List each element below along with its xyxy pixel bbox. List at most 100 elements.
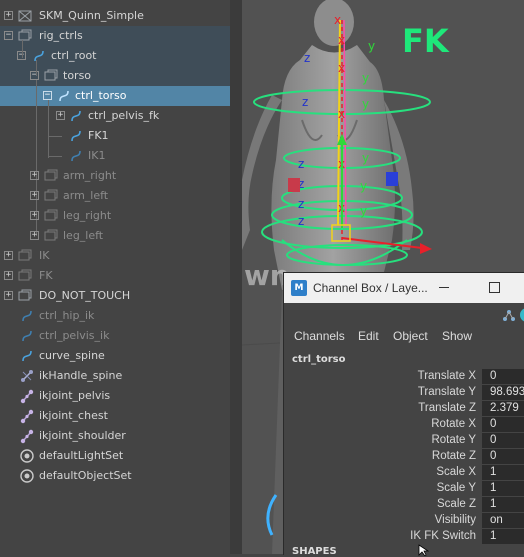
attr-value-field[interactable]: 1	[482, 529, 524, 544]
svg-text:x: x	[338, 61, 345, 75]
group-icon	[17, 248, 33, 264]
attr-row-rotate-x[interactable]: Rotate X 0	[284, 417, 524, 433]
attr-row-rotate-y[interactable]: Rotate Y 0	[284, 433, 524, 449]
fk-overlay-label: FK	[402, 22, 450, 60]
svg-text:y: y	[362, 71, 369, 85]
group-icon	[43, 228, 59, 244]
outliner-item-do-not-touch[interactable]: + DO_NOT_TOUCH	[0, 286, 230, 306]
outliner-item-label: defaultObjectSet	[39, 469, 132, 482]
outliner-item-leg-left[interactable]: + leg_left	[0, 226, 230, 246]
expand-icon[interactable]: +	[30, 171, 39, 180]
menu-show[interactable]: Show	[442, 329, 472, 343]
expand-icon[interactable]: +	[4, 11, 13, 20]
attr-value-field[interactable]: 0	[482, 433, 524, 448]
svg-text:y: y	[368, 39, 375, 53]
expand-icon[interactable]: +	[30, 211, 39, 220]
outliner-item-fk1[interactable]: FK1	[0, 126, 230, 146]
collapse-icon[interactable]: −	[4, 31, 13, 40]
outliner-item-ikjoint-shoulder[interactable]: ikjoint_shoulder	[0, 426, 230, 446]
outliner-item-label: IK1	[88, 149, 106, 162]
channel-box-window: M Channel Box / Laye... Channels Edit Ob…	[283, 272, 524, 557]
outliner-item-ctrl-root[interactable]: − ctrl_root	[0, 46, 230, 66]
outliner-item-default-light-set[interactable]: defaultLightSet	[0, 446, 230, 466]
attr-row-ik-fk-switch[interactable]: IK FK Switch 1	[284, 529, 524, 545]
attr-value-field[interactable]: 0	[482, 417, 524, 432]
outliner-item-ikhandle-spine[interactable]: ikHandle_spine	[0, 366, 230, 386]
outliner-item-ik1[interactable]: IK1	[0, 146, 230, 166]
collapse-icon[interactable]: −	[30, 71, 39, 80]
channel-box-toggle-icon[interactable]	[520, 308, 524, 322]
menu-channels[interactable]: Channels	[294, 329, 345, 343]
outliner-item-label: ctrl_root	[51, 49, 97, 62]
outliner-item-label: ikHandle_spine	[39, 369, 123, 382]
attr-value-field[interactable]: 98.693	[482, 385, 524, 400]
menu-edit[interactable]: Edit	[358, 329, 379, 343]
mouse-cursor-icon	[418, 544, 430, 556]
attr-value-field[interactable]: 1	[482, 481, 524, 496]
attr-value-field[interactable]: 2.379	[482, 401, 524, 416]
outliner-item-ikjoint-chest[interactable]: ikjoint_chest	[0, 406, 230, 426]
outliner-item-ikjoint-pelvis[interactable]: ikjoint_pelvis	[0, 386, 230, 406]
expand-icon[interactable]: +	[4, 291, 13, 300]
maximize-button[interactable]	[489, 282, 500, 293]
outliner-item-arm-right[interactable]: + arm_right	[0, 166, 230, 186]
outliner-item-label: FK	[39, 269, 53, 282]
attr-name: Translate Y	[417, 386, 476, 398]
outliner-item-curve-spine[interactable]: curve_spine	[0, 346, 230, 366]
attr-value-field[interactable]: 0	[482, 369, 524, 384]
expand-icon[interactable]: +	[56, 111, 65, 120]
attr-row-translate-x[interactable]: Translate X 0	[284, 369, 524, 385]
outliner-item-ctrl-pelvis-ik[interactable]: ctrl_pelvis_ik	[0, 326, 230, 346]
expand-icon[interactable]: +	[4, 271, 13, 280]
ik-handle-icon	[19, 368, 35, 384]
outliner-item-ctrl-torso[interactable]: − ctrl_torso	[0, 86, 230, 106]
curve-icon	[68, 108, 84, 124]
outliner-item-leg-right[interactable]: + leg_right	[0, 206, 230, 226]
attr-row-visibility[interactable]: Visibility on	[284, 513, 524, 529]
outliner-item-torso[interactable]: − torso	[0, 66, 230, 86]
expand-icon[interactable]: +	[4, 251, 13, 260]
attr-value-field[interactable]: 1	[482, 465, 524, 480]
attr-row-scale-y[interactable]: Scale Y 1	[284, 481, 524, 497]
expand-icon[interactable]: +	[30, 191, 39, 200]
outliner-item-ik[interactable]: + IK	[0, 246, 230, 266]
maya-app-icon: M	[291, 280, 307, 296]
menu-object[interactable]: Object	[393, 329, 428, 343]
outliner-item-arm-left[interactable]: + arm_left	[0, 186, 230, 206]
group-icon	[17, 28, 33, 44]
shapes-section-header[interactable]: SHAPES	[292, 546, 337, 557]
attr-name: Rotate Y	[431, 434, 476, 446]
attr-value-field[interactable]: on	[482, 513, 524, 528]
group-icon	[17, 268, 33, 284]
outliner-item-label: ctrl_torso	[75, 89, 127, 102]
svg-text:x: x	[338, 107, 345, 121]
attr-row-scale-z[interactable]: Scale Z 1	[284, 497, 524, 513]
collapse-icon[interactable]: −	[43, 91, 52, 100]
set-icon	[19, 468, 35, 484]
attribute-editor-icon[interactable]	[502, 308, 516, 322]
attr-value-field[interactable]: 1	[482, 497, 524, 512]
outliner-item-default-object-set[interactable]: defaultObjectSet	[0, 466, 230, 486]
outliner-item-label: ikjoint_shoulder	[39, 429, 126, 442]
attr-row-rotate-z[interactable]: Rotate Z 0	[284, 449, 524, 465]
attr-row-scale-x[interactable]: Scale X 1	[284, 465, 524, 481]
outliner-item-ctrl-hip-ik[interactable]: ctrl_hip_ik	[0, 306, 230, 326]
outliner-item-label: FK1	[88, 129, 109, 142]
attr-name: Visibility	[434, 514, 476, 526]
outliner-item-fk[interactable]: + FK	[0, 266, 230, 286]
panel-divider[interactable]	[230, 0, 242, 554]
outliner-item-label: leg_left	[63, 229, 104, 242]
outliner-item-ctrl-pelvis-fk[interactable]: + ctrl_pelvis_fk	[0, 106, 230, 126]
outliner-item-label: DO_NOT_TOUCH	[39, 289, 131, 302]
attr-value-field[interactable]: 0	[482, 449, 524, 464]
channel-box-titlebar[interactable]: M Channel Box / Laye...	[284, 273, 524, 303]
tree-connector	[48, 156, 62, 157]
minimize-button[interactable]	[439, 287, 449, 288]
svg-text:z: z	[298, 157, 304, 171]
attr-row-translate-y[interactable]: Translate Y 98.693	[284, 385, 524, 401]
attr-row-translate-z[interactable]: Translate Z 2.379	[284, 401, 524, 417]
expand-icon[interactable]: +	[30, 231, 39, 240]
outliner-item-skm-quinn-simple[interactable]: + SKM_Quinn_Simple	[0, 6, 230, 26]
attr-name: Translate Z	[418, 402, 476, 414]
outliner-item-rig-ctrls[interactable]: − rig_ctrls	[0, 26, 230, 46]
